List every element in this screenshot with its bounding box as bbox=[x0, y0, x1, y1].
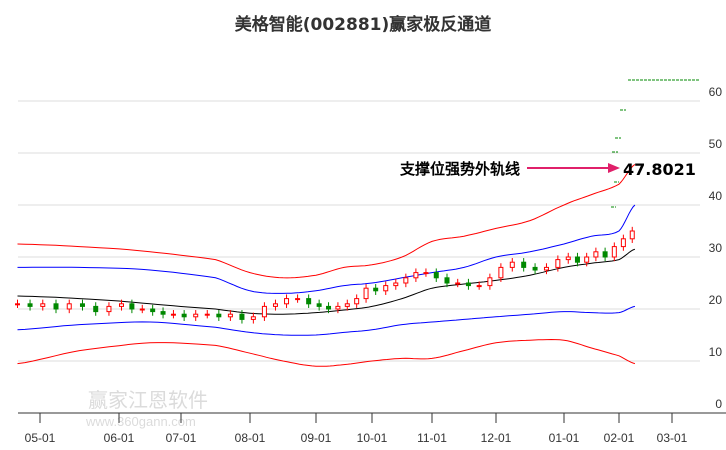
candle-body bbox=[227, 313, 233, 318]
candle-body bbox=[373, 287, 379, 292]
candle-body bbox=[150, 308, 156, 313]
candle-body bbox=[204, 313, 210, 316]
x-tick-label: 12-01 bbox=[481, 431, 512, 445]
candle-body bbox=[79, 303, 85, 307]
band-line-outer-lower bbox=[17, 338, 636, 367]
candle-body bbox=[476, 285, 482, 288]
candle-body bbox=[363, 287, 369, 300]
candle-body bbox=[629, 230, 635, 240]
candle-body bbox=[565, 256, 571, 261]
candle-body bbox=[15, 303, 20, 306]
x-tick-label: 09-01 bbox=[301, 431, 332, 445]
x-tick-label: 08-01 bbox=[235, 431, 266, 445]
candle-body bbox=[93, 305, 99, 313]
candle-body bbox=[521, 261, 527, 268]
candle-body bbox=[335, 305, 341, 310]
candle-body bbox=[620, 238, 626, 248]
candle-body bbox=[250, 316, 256, 320]
candle-body bbox=[284, 298, 290, 305]
candle-body bbox=[316, 303, 322, 307]
candle-body bbox=[239, 313, 245, 320]
candle-body bbox=[444, 277, 450, 284]
candle-body bbox=[181, 313, 187, 318]
chart-container: 美格智能(002881)赢家极反通道 赢家江恩软件 www.360gann.co… bbox=[0, 0, 726, 450]
x-tick-label: 10-01 bbox=[357, 431, 388, 445]
band-line-outer-upper bbox=[17, 164, 636, 279]
candle-body bbox=[53, 303, 59, 310]
candle-body bbox=[306, 298, 312, 305]
candle-body bbox=[344, 303, 350, 307]
candle-body bbox=[584, 256, 590, 263]
candle-body bbox=[216, 313, 222, 318]
candle-body bbox=[574, 256, 580, 263]
candle-body bbox=[593, 251, 599, 258]
arrow-head-icon bbox=[608, 163, 620, 173]
y-tick-label: 30 bbox=[709, 241, 723, 255]
candle-body bbox=[129, 303, 135, 310]
x-tick-label: 01-01 bbox=[549, 431, 580, 445]
candle-body bbox=[106, 305, 112, 313]
y-tick-label: 40 bbox=[709, 189, 723, 203]
candle-body bbox=[393, 282, 399, 287]
candle-body bbox=[509, 261, 515, 268]
x-tick-label: 07-01 bbox=[166, 431, 197, 445]
candle-body bbox=[326, 305, 332, 310]
x-tick-label: 03-01 bbox=[657, 431, 688, 445]
chart-plot: 0 10 20 30 40 50 60 05-01 06-01 07-01 08-01 09-01 10… bbox=[15, 79, 726, 445]
candle-body bbox=[119, 303, 125, 307]
x-tick-label: 11-01 bbox=[417, 431, 447, 445]
candle-body bbox=[170, 313, 176, 316]
candle-body bbox=[555, 259, 561, 268]
x-tick-label: 05-01 bbox=[25, 431, 56, 445]
band-line-inner-upper bbox=[17, 204, 636, 294]
y-tick-label: 0 bbox=[715, 397, 722, 411]
candle-body bbox=[272, 303, 278, 307]
annotation-label: 支撑位强势外轨线 bbox=[399, 160, 520, 178]
candle-body bbox=[498, 266, 504, 279]
x-tick-label: 06-01 bbox=[104, 431, 135, 445]
candle-body bbox=[261, 305, 267, 318]
y-tick-label: 10 bbox=[709, 345, 723, 359]
candle-body bbox=[611, 246, 617, 258]
y-tick-label: 60 bbox=[709, 85, 723, 99]
candle-body bbox=[465, 282, 471, 287]
y-tick-label: 20 bbox=[709, 293, 723, 307]
annotation-value: 47.8021 bbox=[623, 160, 696, 179]
candle-body bbox=[433, 272, 439, 279]
candle-body bbox=[354, 298, 360, 305]
candle-body bbox=[602, 251, 608, 258]
x-tick-label: 02-01 bbox=[604, 431, 635, 445]
candle-body bbox=[295, 298, 301, 301]
candle-body bbox=[403, 277, 409, 284]
candle-body bbox=[423, 272, 429, 275]
band-line-center bbox=[17, 248, 636, 315]
candle-body bbox=[160, 311, 166, 315]
candle-body bbox=[455, 282, 461, 285]
candle-body bbox=[27, 303, 33, 307]
candle-body bbox=[139, 308, 145, 311]
candle-body bbox=[413, 272, 419, 279]
candle-body bbox=[193, 313, 199, 318]
candle-body bbox=[487, 277, 493, 287]
candle-body bbox=[532, 266, 538, 271]
candle-body bbox=[40, 303, 46, 307]
candle-body bbox=[383, 285, 389, 292]
y-tick-label: 50 bbox=[709, 137, 723, 151]
candle-body bbox=[66, 303, 72, 310]
candle-body bbox=[543, 266, 549, 271]
